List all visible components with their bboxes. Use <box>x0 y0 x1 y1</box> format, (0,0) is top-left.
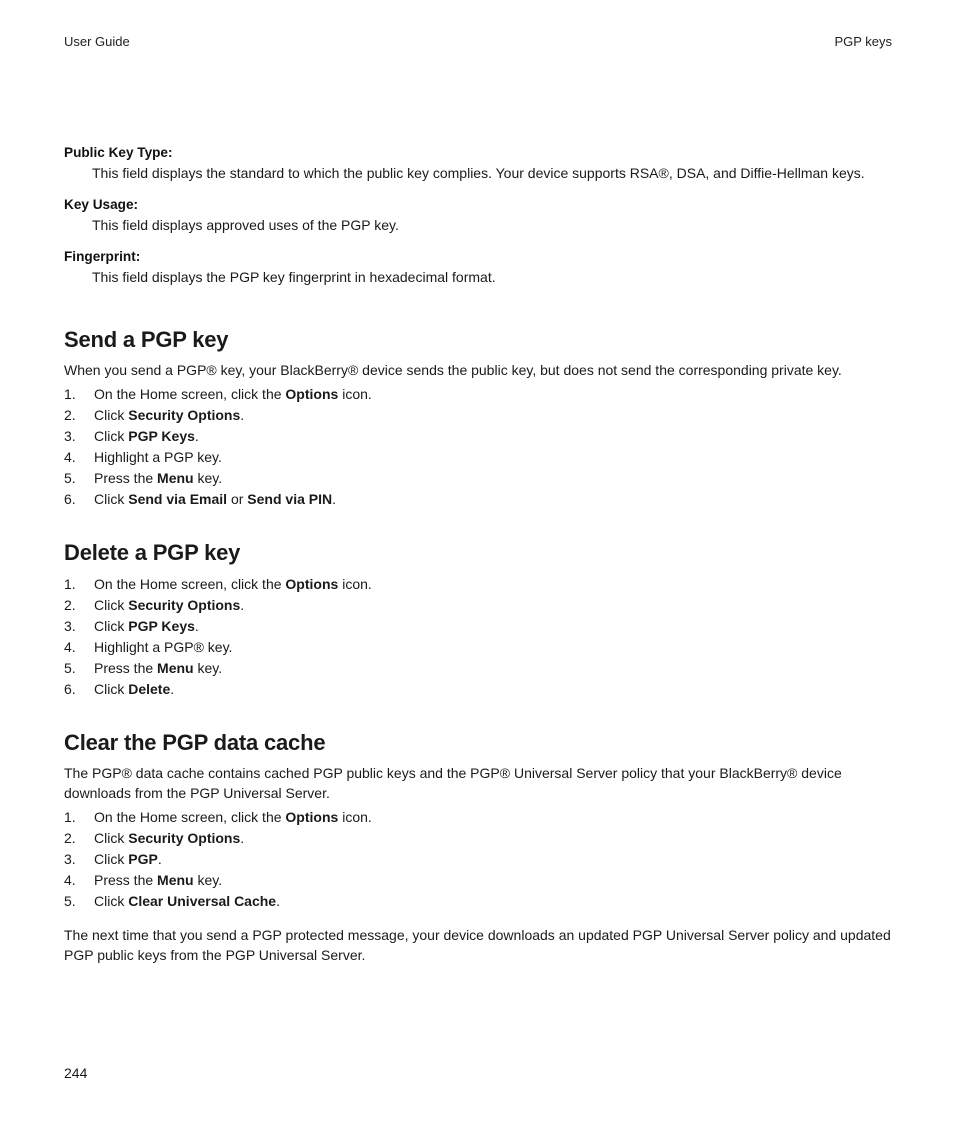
section-clear: Clear the PGP data cache The PGP® data c… <box>64 730 892 965</box>
send-steps: 1.On the Home screen, click the Options … <box>64 384 892 510</box>
clear-steps: 1.On the Home screen, click the Options … <box>64 807 892 912</box>
step-item: 2.Click Security Options. <box>64 595 892 616</box>
step-item: 5.Click Clear Universal Cache. <box>64 891 892 912</box>
step-number: 4. <box>64 870 94 891</box>
step-body: Click Security Options. <box>94 595 244 616</box>
step-body: Click PGP. <box>94 849 162 870</box>
step-body: Click Security Options. <box>94 405 244 426</box>
step-bold: PGP Keys <box>128 618 195 634</box>
step-item: 4.Highlight a PGP® key. <box>64 637 892 658</box>
step-bold: PGP <box>128 851 158 867</box>
step-item: 5.Press the Menu key. <box>64 468 892 489</box>
step-item: 3.Click PGP Keys. <box>64 426 892 447</box>
step-number: 5. <box>64 658 94 679</box>
section-delete-title: Delete a PGP key <box>64 540 892 566</box>
step-bold: Send via PIN <box>247 491 332 507</box>
step-number: 4. <box>64 637 94 658</box>
step-bold: Security Options <box>128 407 240 423</box>
definition-desc: This field displays approved uses of the… <box>92 216 892 235</box>
step-number: 6. <box>64 679 94 700</box>
step-bold: Clear Universal Cache <box>128 893 276 909</box>
page-number: 244 <box>64 1065 87 1081</box>
step-body: Press the Menu key. <box>94 870 222 891</box>
step-bold: Security Options <box>128 597 240 613</box>
step-item: 1.On the Home screen, click the Options … <box>64 574 892 595</box>
step-body: On the Home screen, click the Options ic… <box>94 384 372 405</box>
step-bold: PGP Keys <box>128 428 195 444</box>
section-delete: Delete a PGP key 1.On the Home screen, c… <box>64 540 892 700</box>
step-bold: Menu <box>157 660 194 676</box>
section-clear-title: Clear the PGP data cache <box>64 730 892 756</box>
step-number: 4. <box>64 447 94 468</box>
step-bold: Menu <box>157 872 194 888</box>
step-number: 3. <box>64 849 94 870</box>
step-body: Click PGP Keys. <box>94 616 199 637</box>
definition-term: Key Usage: <box>64 197 892 212</box>
step-item: 5.Press the Menu key. <box>64 658 892 679</box>
header-left: User Guide <box>64 34 130 49</box>
step-item: 2.Click Security Options. <box>64 828 892 849</box>
definition-term: Fingerprint: <box>64 249 892 264</box>
definition-item: Fingerprint: This field displays the PGP … <box>64 249 892 287</box>
step-bold: Menu <box>157 470 194 486</box>
step-body: Click Clear Universal Cache. <box>94 891 280 912</box>
step-number: 2. <box>64 405 94 426</box>
step-number: 1. <box>64 574 94 595</box>
step-body: Click Send via Email or Send via PIN. <box>94 489 336 510</box>
step-body: On the Home screen, click the Options ic… <box>94 574 372 595</box>
step-number: 1. <box>64 384 94 405</box>
step-number: 1. <box>64 807 94 828</box>
step-body: Press the Menu key. <box>94 658 222 679</box>
step-item: 3.Click PGP. <box>64 849 892 870</box>
step-bold: Security Options <box>128 830 240 846</box>
section-clear-intro: The PGP® data cache contains cached PGP … <box>64 764 892 803</box>
step-body: On the Home screen, click the Options ic… <box>94 807 372 828</box>
delete-steps: 1.On the Home screen, click the Options … <box>64 574 892 700</box>
step-number: 2. <box>64 828 94 849</box>
section-send-intro: When you send a PGP® key, your BlackBerr… <box>64 361 892 381</box>
step-item: 1.On the Home screen, click the Options … <box>64 807 892 828</box>
header-right: PGP keys <box>834 34 892 49</box>
definition-item: Key Usage: This field displays approved u… <box>64 197 892 235</box>
definition-desc: This field displays the PGP key fingerpr… <box>92 268 892 287</box>
step-body: Click PGP Keys. <box>94 426 199 447</box>
step-bold: Delete <box>128 681 170 697</box>
step-number: 5. <box>64 891 94 912</box>
step-number: 3. <box>64 426 94 447</box>
definition-desc: This field displays the standard to whic… <box>92 164 892 183</box>
section-clear-trail: The next time that you send a PGP protec… <box>64 926 892 965</box>
step-number: 6. <box>64 489 94 510</box>
step-body: Press the Menu key. <box>94 468 222 489</box>
definition-item: Public Key Type: This field displays the … <box>64 145 892 183</box>
step-bold: Options <box>285 576 338 592</box>
step-item: 6.Click Send via Email or Send via PIN. <box>64 489 892 510</box>
step-body: Click Security Options. <box>94 828 244 849</box>
step-item: 4.Press the Menu key. <box>64 870 892 891</box>
section-send-title: Send a PGP key <box>64 327 892 353</box>
definition-list: Public Key Type: This field displays the … <box>64 145 892 287</box>
step-item: 6.Click Delete. <box>64 679 892 700</box>
step-body: Highlight a PGP key. <box>94 447 222 468</box>
step-number: 3. <box>64 616 94 637</box>
step-number: 2. <box>64 595 94 616</box>
step-bold: Send via Email <box>128 491 227 507</box>
step-body: Highlight a PGP® key. <box>94 637 232 658</box>
step-item: 2.Click Security Options. <box>64 405 892 426</box>
step-bold: Options <box>285 386 338 402</box>
step-bold: Options <box>285 809 338 825</box>
step-body: Click Delete. <box>94 679 174 700</box>
step-number: 5. <box>64 468 94 489</box>
step-item: 4.Highlight a PGP key. <box>64 447 892 468</box>
section-send: Send a PGP key When you send a PGP® key,… <box>64 327 892 511</box>
step-item: 3.Click PGP Keys. <box>64 616 892 637</box>
step-item: 1.On the Home screen, click the Options … <box>64 384 892 405</box>
definition-term: Public Key Type: <box>64 145 892 160</box>
